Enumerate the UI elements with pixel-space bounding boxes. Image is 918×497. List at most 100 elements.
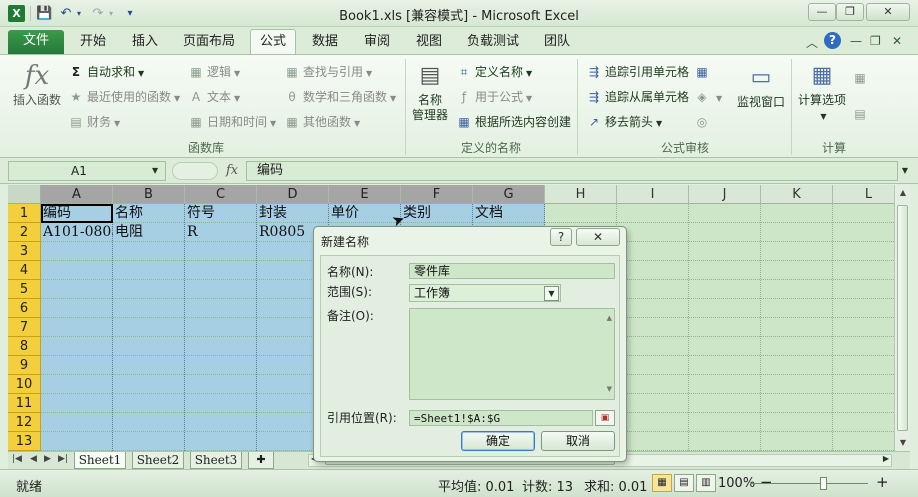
scroll-down-icon[interactable]: ▼ <box>895 435 911 451</box>
scroll-right-icon[interactable]: ▶ <box>883 454 889 463</box>
show-formulas-icon[interactable]: ▦ <box>694 63 713 81</box>
column-header-g[interactable]: G <box>473 185 545 204</box>
tab-load-test[interactable]: 负载测试 <box>460 32 526 54</box>
prev-sheet-icon[interactable]: ◀ <box>30 454 37 464</box>
evaluate-formula-icon[interactable]: ◎ <box>694 113 713 131</box>
remove-arrows-button[interactable]: ↗ 移去箭头 ▼ <box>586 113 662 131</box>
other-functions-button[interactable]: ▦ 其他函数 ▼ <box>284 113 360 131</box>
row-header-13[interactable]: 13 <box>8 432 41 451</box>
zoom-out-button[interactable]: − <box>760 473 773 491</box>
formula-input[interactable]: 编码 <box>246 161 898 181</box>
comment-scroll-up-icon[interactable]: ▲ <box>607 311 612 326</box>
last-sheet-icon[interactable]: ▶| <box>58 454 68 464</box>
recent-functions-button[interactable]: ★ 最近使用的函数 ▼ <box>68 88 181 106</box>
trace-dependents-button[interactable]: ⇶ 追踪从属单元格 <box>586 88 689 106</box>
dialog-close-button[interactable]: ✕ <box>576 228 620 246</box>
column-header-h[interactable]: H <box>545 185 617 204</box>
use-in-formula-button[interactable]: ƒ 用于公式 ▼ <box>456 88 532 106</box>
column-header-e[interactable]: E <box>329 185 401 204</box>
ribbon-collapse-icon[interactable]: ︿ <box>806 34 818 51</box>
tab-formulas[interactable]: 公式 <box>250 29 296 55</box>
calc-sheet-icon[interactable]: ▤ <box>852 105 871 123</box>
page-layout-view-icon[interactable]: ▤ <box>674 474 694 492</box>
cell-d1[interactable]: 封装 <box>257 204 329 223</box>
logic-button[interactable]: ▦ 逻辑 ▼ <box>188 63 240 81</box>
normal-view-icon[interactable]: ▦ <box>652 474 672 492</box>
tab-team[interactable]: 团队 <box>536 32 578 54</box>
cell-g1[interactable]: 文档 <box>473 204 545 223</box>
first-sheet-icon[interactable]: |◀ <box>12 454 22 464</box>
page-break-view-icon[interactable]: ▥ <box>696 474 716 492</box>
close-button[interactable]: ✕ <box>866 3 910 21</box>
scope-dropdown-icon[interactable]: ▼ <box>544 286 559 301</box>
comment-scroll-down-icon[interactable]: ▼ <box>607 382 612 397</box>
row-header-7[interactable]: 7 <box>8 318 41 337</box>
doc-minimize-icon[interactable]: — <box>850 34 862 48</box>
column-header-k[interactable]: K <box>761 185 833 204</box>
column-header-c[interactable]: C <box>185 185 257 204</box>
next-sheet-icon[interactable]: ▶ <box>44 454 51 464</box>
text-button[interactable]: A 文本 ▼ <box>188 88 240 106</box>
finance-button[interactable]: ▤ 财务 ▼ <box>68 113 120 131</box>
zoom-slider-track[interactable] <box>750 483 868 484</box>
cancel-button[interactable]: 取消 <box>541 431 615 451</box>
collapse-dialog-icon[interactable]: ▣ <box>595 410 615 426</box>
sheet-tab-3[interactable]: Sheet3 <box>190 452 242 469</box>
select-all-corner[interactable] <box>8 185 41 204</box>
name-box[interactable]: A1 <box>8 161 166 181</box>
trace-precedents-button[interactable]: ⇶ 追踪引用单元格 <box>586 63 689 81</box>
vertical-scrollbar[interactable]: ▲ ▼ <box>894 185 910 451</box>
minimize-button[interactable]: — <box>808 3 836 21</box>
tab-home[interactable]: 开始 <box>72 32 114 54</box>
column-header-d[interactable]: D <box>257 185 329 204</box>
datetime-button[interactable]: ▦ 日期和时间 ▼ <box>188 113 276 131</box>
column-header-a[interactable]: A <box>41 185 113 204</box>
insert-sheet-icon[interactable]: ✚ <box>248 452 274 469</box>
cell-f1[interactable]: 类别 <box>401 204 473 223</box>
row-header-9[interactable]: 9 <box>8 356 41 375</box>
row-header-12[interactable]: 12 <box>8 413 41 432</box>
insert-function-button[interactable]: fx 插入函数 <box>10 61 64 108</box>
tab-data[interactable]: 数据 <box>304 32 346 54</box>
scroll-up-icon[interactable]: ▲ <box>895 185 911 201</box>
vertical-scroll-thumb[interactable] <box>897 205 908 431</box>
row-header-10[interactable]: 10 <box>8 375 41 394</box>
column-header-j[interactable]: J <box>689 185 761 204</box>
error-checking-icon[interactable]: ◈ ▼ <box>694 88 722 106</box>
row-header-5[interactable]: 5 <box>8 280 41 299</box>
math-button[interactable]: θ 数学和三角函数 ▼ <box>284 88 396 106</box>
watch-window-button[interactable]: ▭ 监视窗口 <box>734 63 788 110</box>
autosum-button[interactable]: Σ 自动求和 ▼ <box>68 63 144 81</box>
create-from-selection-button[interactable]: ▦ 根据所选内容创建 <box>456 113 571 131</box>
row-header-8[interactable]: 8 <box>8 337 41 356</box>
name-box-dropdown-icon[interactable]: ▼ <box>152 166 158 175</box>
lookup-button[interactable]: ▦ 查找与引用 ▼ <box>284 63 372 81</box>
calc-options-button[interactable]: ▦ 计算选项 ▼ <box>796 61 848 124</box>
calc-now-icon[interactable]: ▦ <box>852 69 871 87</box>
tab-view[interactable]: 视图 <box>408 32 450 54</box>
tab-file[interactable]: 文件 <box>8 30 64 54</box>
cell-a2[interactable]: A101-0805 <box>41 223 113 242</box>
tab-page-layout[interactable]: 页面布局 <box>176 32 242 54</box>
zoom-slider-thumb[interactable] <box>820 477 827 490</box>
define-name-button[interactable]: ⌗ 定义名称 ▼ <box>456 63 533 81</box>
cell-c2[interactable]: R <box>185 223 257 242</box>
row-header-2[interactable]: 2 <box>8 223 41 242</box>
sheet-tab-2[interactable]: Sheet2 <box>132 452 184 469</box>
cell-b1[interactable]: 名称 <box>113 204 185 223</box>
restore-button[interactable]: ❐ <box>836 3 864 21</box>
help-icon[interactable]: ? <box>824 32 841 49</box>
sheet-tab-1[interactable]: Sheet1 <box>74 452 126 469</box>
cell-b2[interactable]: 电阻 <box>113 223 185 242</box>
column-header-b[interactable]: B <box>113 185 185 204</box>
name-manager-button[interactable]: ▤ 名称 管理器 <box>410 61 450 123</box>
zoom-in-button[interactable]: + <box>876 473 889 491</box>
comment-textarea[interactable]: ▲ ▼ <box>409 308 615 400</box>
name-input[interactable]: 零件库 <box>409 263 615 279</box>
row-header-6[interactable]: 6 <box>8 299 41 318</box>
column-header-f[interactable]: F <box>401 185 473 204</box>
row-header-11[interactable]: 11 <box>8 394 41 413</box>
dialog-help-button[interactable]: ? <box>550 228 572 246</box>
doc-close-icon[interactable]: ✕ <box>892 34 902 48</box>
row-header-1[interactable]: 1 <box>8 204 41 223</box>
